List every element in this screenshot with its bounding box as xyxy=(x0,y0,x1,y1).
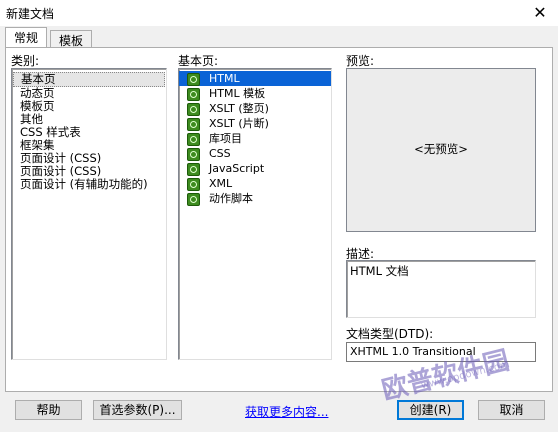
title-bar xyxy=(0,0,558,26)
document-icon xyxy=(187,163,200,176)
document-icon xyxy=(187,133,200,146)
page-type-item[interactable]: XML xyxy=(179,176,331,191)
document-icon xyxy=(187,73,200,86)
help-button[interactable]: 帮助 xyxy=(15,400,82,420)
basic-page-label: 基本页: xyxy=(178,54,219,68)
page-type-item[interactable]: HTML xyxy=(179,71,331,86)
doctype-label: 文档类型(DTD): xyxy=(346,327,434,341)
document-icon xyxy=(187,88,200,101)
page-type-item[interactable]: XSLT (片断) xyxy=(179,116,331,131)
category-item[interactable]: 页面设计 (有辅助功能的) xyxy=(12,178,166,191)
page-type-item[interactable]: 动作脚本 xyxy=(179,191,331,206)
preview-box: <无预览> xyxy=(346,68,536,232)
category-item[interactable]: 基本页 xyxy=(13,72,165,87)
document-icon xyxy=(187,103,200,116)
get-more-content-link[interactable]: 获取更多内容... xyxy=(245,403,328,420)
document-icon xyxy=(187,118,200,131)
document-icon xyxy=(187,178,200,191)
page-type-item[interactable]: 库项目 xyxy=(179,131,331,146)
preview-label: 预览: xyxy=(346,54,375,68)
category-list[interactable]: 基本页 动态页 模板页 其他 CSS 样式表 框架集 页面设计 (CSS) 页面… xyxy=(11,68,167,360)
cancel-button[interactable]: 取消 xyxy=(478,400,545,420)
page-type-item[interactable]: XSLT (整页) xyxy=(179,101,331,116)
tab-general[interactable]: 常规 xyxy=(5,27,48,49)
basic-page-list[interactable]: HTML HTML 模板 XSLT (整页) XSLT (片断) 库项目 CSS… xyxy=(178,68,332,360)
page-type-item[interactable]: JavaScript xyxy=(179,161,331,176)
page-type-item[interactable]: CSS xyxy=(179,146,331,161)
preview-placeholder: <无预览> xyxy=(414,142,468,156)
category-label: 类别: xyxy=(11,54,40,68)
close-icon[interactable]: ✕ xyxy=(528,2,552,24)
description-text: HTML 文档 xyxy=(350,264,409,278)
window-title: 新建文档 xyxy=(6,7,55,21)
description-box: HTML 文档 xyxy=(346,260,536,318)
preferences-button[interactable]: 首选参数(P)... xyxy=(93,400,182,420)
create-button[interactable]: 创建(R) xyxy=(397,400,464,420)
page-type-item[interactable]: HTML 模板 xyxy=(179,86,331,101)
document-icon xyxy=(187,193,200,206)
document-icon xyxy=(187,148,200,161)
